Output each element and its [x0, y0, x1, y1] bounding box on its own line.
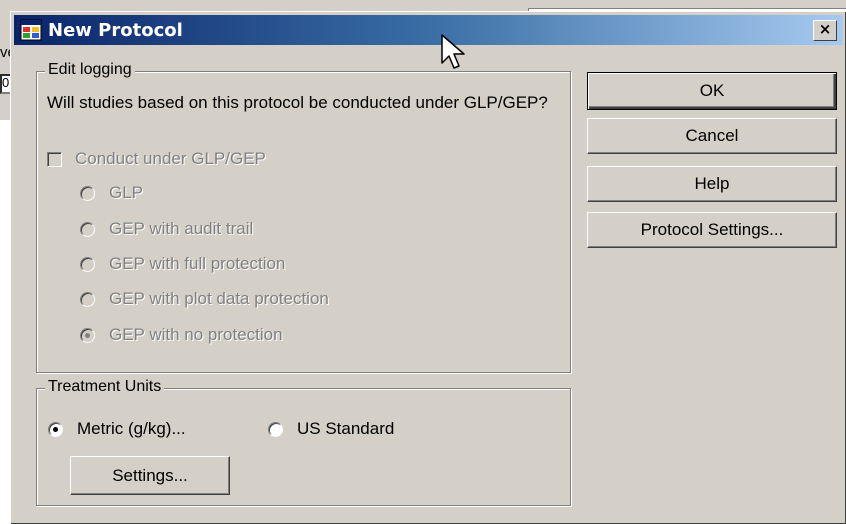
radio-glp[interactable]	[80, 186, 95, 201]
mouse-pointer-icon	[441, 34, 465, 69]
dialog-title: New Protocol	[48, 20, 183, 41]
treatment-units-group: Treatment Units Metric (g/kg)... US Stan…	[36, 378, 571, 506]
edit-logging-legend: Edit logging	[45, 61, 135, 79]
new-protocol-dialog: New Protocol × Edit logging Will studies…	[10, 11, 846, 524]
background-window-edge	[528, 0, 846, 9]
title-bar[interactable]: New Protocol ×	[14, 15, 843, 45]
radio-gep-full-protection[interactable]	[80, 257, 95, 272]
glp-question-text: Will studies based on this protocol be c…	[47, 93, 548, 112]
radio-selected-dot	[53, 427, 58, 432]
radio-gep-audit-trail-label: GEP with audit trail	[109, 219, 254, 238]
close-button[interactable]: ×	[813, 20, 837, 41]
help-button[interactable]: Help	[587, 166, 837, 202]
radio-gep-audit-trail[interactable]	[80, 222, 95, 237]
radio-gep-plot-data-protection[interactable]	[80, 292, 95, 307]
radio-selected-dot	[85, 333, 90, 338]
ok-button[interactable]: OK	[587, 72, 837, 110]
settings-button[interactable]: Settings...	[70, 456, 230, 495]
radio-us-standard-label: US Standard	[297, 419, 395, 438]
treatment-units-legend: Treatment Units	[45, 378, 165, 396]
cancel-button[interactable]: Cancel	[587, 118, 837, 154]
app-window-icon	[20, 19, 42, 41]
radio-metric-label: Metric (g/kg)...	[77, 419, 186, 438]
radio-gep-no-protection[interactable]	[80, 328, 95, 343]
radio-gep-no-protection-label: GEP with no protection	[109, 325, 283, 344]
radio-metric[interactable]	[48, 422, 63, 437]
radio-us-standard[interactable]	[268, 422, 283, 437]
radio-gep-plot-data-protection-label: GEP with plot data protection	[109, 289, 329, 308]
conduct-glp-checkbox[interactable]	[47, 152, 62, 167]
edit-logging-group: Edit logging Will studies based on this …	[36, 61, 571, 373]
radio-gep-full-protection-label: GEP with full protection	[109, 254, 286, 273]
radio-glp-label: GLP	[109, 183, 144, 202]
conduct-glp-label: Conduct under GLP/GEP	[75, 149, 266, 168]
protocol-settings-button[interactable]: Protocol Settings...	[587, 212, 837, 248]
